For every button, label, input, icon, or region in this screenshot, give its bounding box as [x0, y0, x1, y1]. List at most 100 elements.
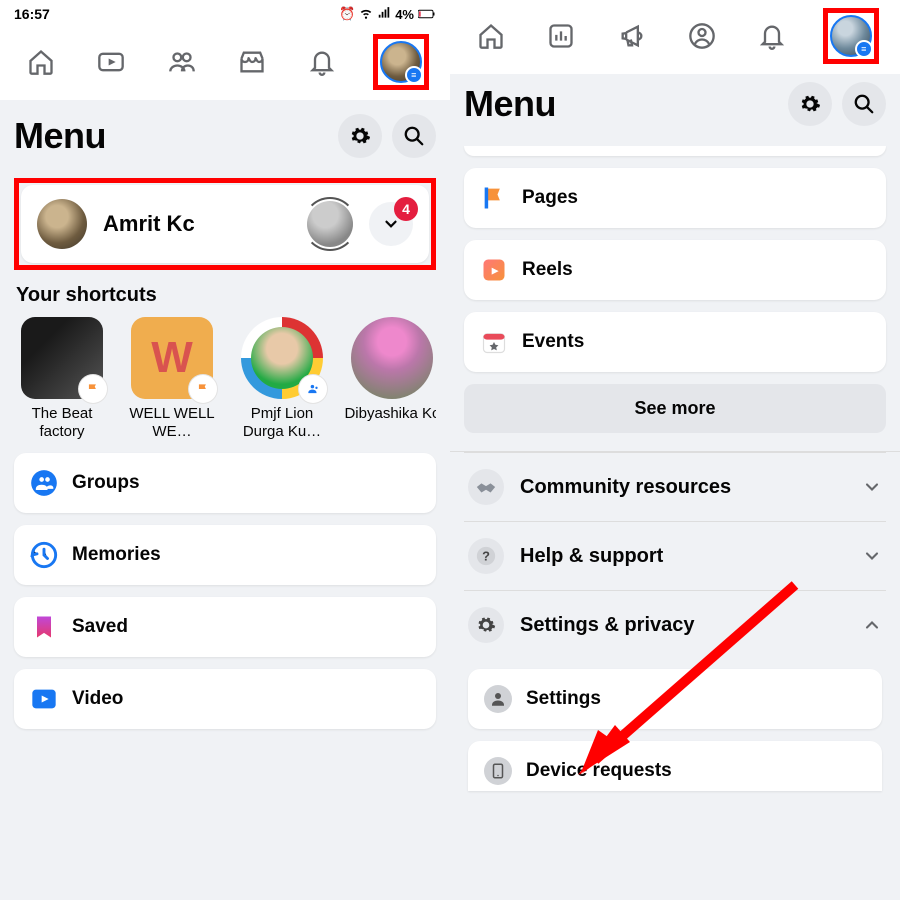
chevron-up-icon: [862, 615, 882, 635]
pages-icon: [480, 184, 508, 212]
menu-item-video[interactable]: Video: [14, 669, 436, 729]
insights-tab-icon[interactable]: [541, 17, 581, 55]
chevron-down-icon: [862, 546, 882, 566]
shortcut-item[interactable]: Dibyashika Kc: [344, 317, 436, 441]
memories-icon: [30, 541, 58, 569]
gear-icon: [349, 125, 371, 147]
menu-item-events[interactable]: Events: [464, 312, 886, 372]
signal-icon: [377, 6, 391, 23]
menu-item-label: Groups: [72, 472, 140, 494]
search-button[interactable]: [392, 114, 436, 158]
menu-item-saved[interactable]: Saved: [14, 597, 436, 657]
flag-icon: [79, 375, 107, 403]
see-more-button[interactable]: See more: [464, 384, 886, 433]
shortcut-item[interactable]: W WELL WELL WE…: [124, 317, 220, 441]
cutoff-card: [464, 146, 886, 156]
home-tab-icon[interactable]: [21, 43, 61, 81]
notifications-tab-icon[interactable]: [752, 17, 792, 55]
menu-item-label: Pages: [522, 187, 578, 209]
search-icon: [403, 125, 425, 147]
search-icon: [853, 93, 875, 115]
shortcuts-row[interactable]: The Beat factory W WELL WELL WE… Pmjf Li…: [14, 317, 436, 441]
group-icon: [299, 375, 327, 403]
shortcut-label: Dibyashika Kc: [344, 405, 436, 423]
expandable-settings-privacy[interactable]: Settings & privacy: [464, 590, 886, 659]
shortcuts-heading: Your shortcuts: [16, 284, 434, 307]
top-tab-bar: ≡: [0, 28, 450, 100]
saved-icon: [30, 613, 58, 641]
switch-profile-icon[interactable]: [307, 201, 353, 247]
profile-card-highlight: Amrit Kc 4: [14, 178, 436, 270]
menu-item-memories[interactable]: Memories: [14, 525, 436, 585]
menu-header: Menu: [0, 100, 450, 178]
home-tab-icon[interactable]: [471, 17, 511, 55]
battery-text: 4%: [395, 7, 414, 22]
status-icons: ⏰ 4%: [339, 6, 436, 23]
menu-badge-icon: ≡: [855, 40, 873, 58]
left-screenshot: 16:57 ⏰ 4%: [0, 0, 450, 900]
status-time: 16:57: [14, 6, 50, 22]
menu-item-groups[interactable]: Groups: [14, 453, 436, 513]
friends-tab-icon[interactable]: [162, 43, 202, 81]
handshake-icon: [468, 469, 504, 505]
device-icon: [484, 757, 512, 785]
sub-item-label: Device requests: [526, 760, 672, 782]
menu-item-reels[interactable]: Reels: [464, 240, 886, 300]
profile-tab-icon[interactable]: [682, 17, 722, 55]
megaphone-tab-icon[interactable]: [612, 17, 652, 55]
expandable-help-support[interactable]: ? Help & support: [464, 521, 886, 590]
wifi-icon: [359, 6, 373, 23]
page-title: Menu: [464, 83, 556, 125]
settings-privacy-sublist: Settings Device requests: [464, 669, 886, 791]
svg-text:?: ?: [482, 549, 490, 564]
events-icon: [480, 328, 508, 356]
menu-badge-icon: ≡: [405, 66, 423, 84]
settings-gear-button[interactable]: [788, 82, 832, 126]
settings-gear-button[interactable]: [338, 114, 382, 158]
shortcut-image: [241, 317, 323, 399]
profile-name: Amrit Kc: [103, 211, 291, 237]
menu-tab-highlight: ≡: [823, 8, 879, 64]
expandable-label: Settings & privacy: [520, 614, 846, 637]
battery-icon: [418, 7, 436, 22]
page-title: Menu: [14, 115, 106, 157]
sub-item-device-requests[interactable]: Device requests: [468, 741, 882, 791]
gear-small-icon: [468, 607, 504, 643]
flag-icon: [189, 375, 217, 403]
shortcut-image: [21, 317, 103, 399]
notifications-tab-icon[interactable]: [302, 43, 342, 81]
sub-item-label: Settings: [526, 688, 601, 710]
shortcut-item[interactable]: The Beat factory: [14, 317, 110, 441]
menu-header: Menu: [450, 74, 900, 146]
profile-expand-button[interactable]: 4: [369, 202, 413, 246]
status-bar: 16:57 ⏰ 4%: [0, 0, 450, 28]
shortcut-label: WELL WELL WE…: [124, 405, 220, 441]
expandable-community-resources[interactable]: Community resources: [464, 452, 886, 521]
menu-tab-avatar[interactable]: ≡: [830, 15, 872, 57]
right-screenshot: ≡ Menu Pages Reels Events See more: [450, 0, 900, 900]
gear-icon: [799, 93, 821, 115]
marketplace-tab-icon[interactable]: [232, 43, 272, 81]
profile-avatar: [37, 199, 87, 249]
menu-item-pages[interactable]: Pages: [464, 168, 886, 228]
shortcut-label: Pmjf Lion Durga Ku…: [234, 405, 330, 441]
menu-item-label: Saved: [72, 616, 128, 638]
menu-item-label: Reels: [522, 259, 573, 281]
menu-tab-highlight: ≡: [373, 34, 429, 90]
shortcut-item[interactable]: Pmjf Lion Durga Ku…: [234, 317, 330, 441]
video-icon: [30, 685, 58, 713]
alarm-icon: ⏰: [339, 6, 355, 22]
sub-item-settings[interactable]: Settings: [468, 669, 882, 729]
notification-badge: 4: [394, 197, 418, 221]
question-icon: ?: [468, 538, 504, 574]
video-tab-icon[interactable]: [91, 43, 131, 81]
menu-item-label: Memories: [72, 544, 161, 566]
shortcut-image: W: [131, 317, 213, 399]
profile-card[interactable]: Amrit Kc 4: [21, 185, 429, 263]
shortcut-image: [351, 317, 433, 399]
menu-item-label: Video: [72, 688, 123, 710]
menu-item-label: Events: [522, 331, 584, 353]
expandable-label: Help & support: [520, 545, 846, 568]
menu-tab-avatar[interactable]: ≡: [380, 41, 422, 83]
search-button[interactable]: [842, 82, 886, 126]
